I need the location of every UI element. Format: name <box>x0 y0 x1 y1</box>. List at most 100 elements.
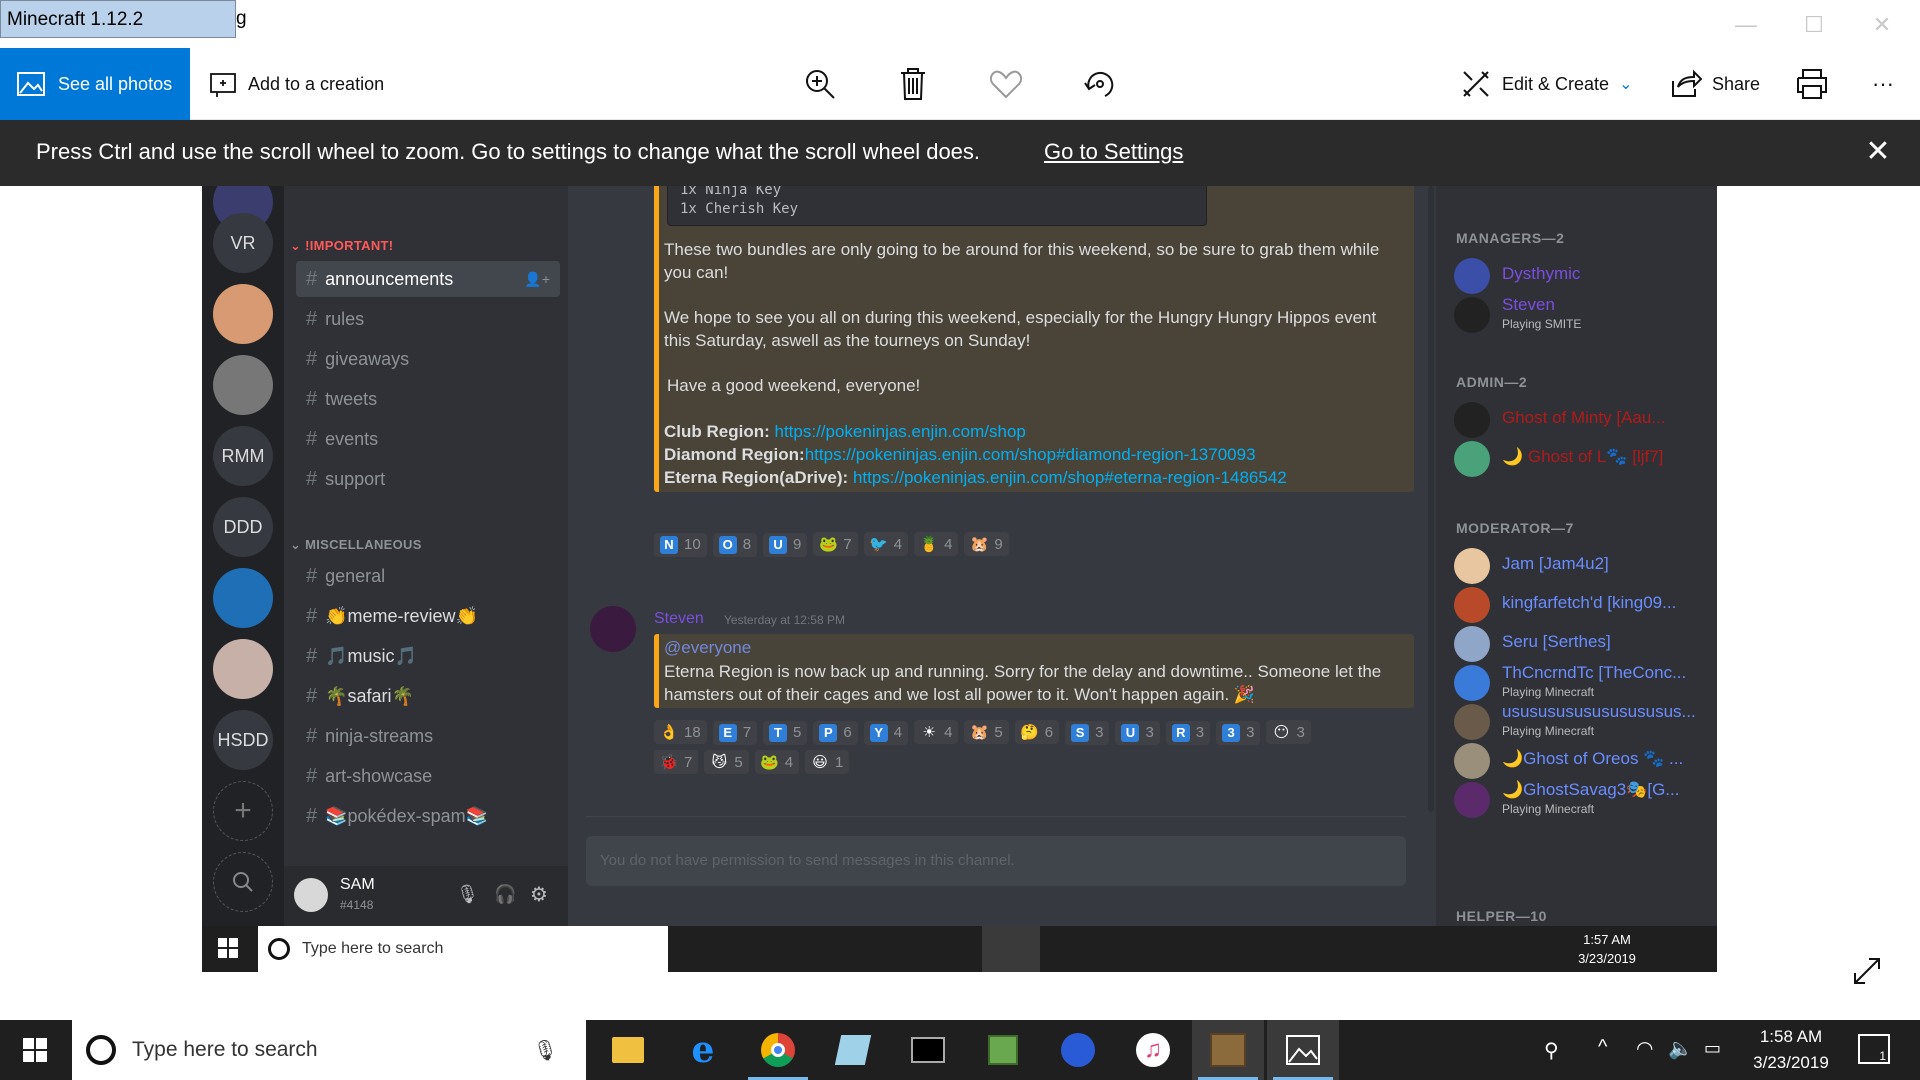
share-button[interactable]: Share <box>1670 48 1760 120</box>
reaction-chip[interactable]: 😼 5 <box>704 750 749 774</box>
server-avatar[interactable] <box>213 355 273 415</box>
reaction-chip[interactable]: U9 <box>763 532 808 557</box>
close-notification-button[interactable]: ✕ <box>1860 134 1896 169</box>
reaction-chip[interactable]: 😶 3 <box>1266 720 1311 744</box>
file-explorer-icon[interactable] <box>592 1020 664 1080</box>
category-important[interactable]: ⌄ !IMPORTANT! <box>290 238 393 254</box>
channel-announcements[interactable]: # announcements 👤+ <box>296 261 560 297</box>
member-item[interactable]: 🌙 Ghost of L🐾 [ljf7] <box>1454 437 1704 481</box>
taskbar-search-box[interactable]: Type here to search 🎙 <box>72 1020 586 1080</box>
rotate-button[interactable] <box>1080 64 1120 104</box>
minimize-button[interactable]: — <box>1726 10 1766 40</box>
taskbar-clock[interactable]: 1:58 AM 3/23/2019 <box>1736 1024 1846 1076</box>
reaction-chip[interactable]: R3 <box>1165 720 1211 745</box>
reaction-chip[interactable]: T5 <box>763 720 808 745</box>
minecraft-launcher-icon[interactable] <box>967 1020 1039 1080</box>
channel-safari[interactable]: # 🌴safari🌴 <box>296 678 560 714</box>
channel-music[interactable]: # 🎵music🎵 <box>296 638 560 674</box>
edit-create-button[interactable]: Edit & Create ⌄ <box>1460 48 1632 120</box>
zoom-in-button[interactable] <box>800 64 840 104</box>
reaction-chip[interactable]: Y4 <box>863 720 909 745</box>
minecraft-icon[interactable] <box>1192 1020 1264 1080</box>
server-vr[interactable]: VR <box>213 213 273 273</box>
mention-everyone[interactable]: @everyone <box>664 636 751 659</box>
see-all-photos-button[interactable]: See all photos <box>0 48 190 120</box>
terminal-icon[interactable] <box>892 1020 964 1080</box>
people-icon[interactable]: ⚲ <box>1544 1038 1559 1063</box>
reaction-chip[interactable]: 👌 18 <box>654 720 707 744</box>
server-avatar[interactable] <box>213 284 273 344</box>
member-item[interactable]: Steven Playing SMITE <box>1454 293 1704 337</box>
microphone-icon[interactable]: 🎙 <box>533 1038 558 1063</box>
member-item[interactable]: 🌙Ghost of Oreos 🐾 ... <box>1454 739 1704 783</box>
chat-scrollbar[interactable] <box>1428 186 1434 812</box>
channel-rules[interactable]: # rules <box>296 301 560 337</box>
reaction-chip[interactable]: 🐸 4 <box>754 750 800 774</box>
reaction-chip[interactable]: N 10 <box>654 532 707 557</box>
add-to-creation-button[interactable]: Add to a creation <box>208 48 384 120</box>
diamond-region-link[interactable]: https://pokeninjas.enjin.com/shop#diamon… <box>805 445 1256 464</box>
battery-icon[interactable]: ▭ <box>1704 1038 1721 1059</box>
channel-events[interactable]: # events <box>296 421 560 457</box>
channel-pokedex-spam[interactable]: # 📚pokédex-spam📚 <box>296 798 560 834</box>
reaction-chip[interactable]: U3 <box>1115 720 1160 745</box>
member-item[interactable]: ThCncrndTc [TheConc... Playing Minecraft <box>1454 661 1704 705</box>
avatar[interactable] <box>590 606 636 652</box>
channel-art-showcase[interactable]: # art-showcase <box>296 758 560 794</box>
gear-icon[interactable]: ⚙ <box>530 882 548 907</box>
add-server-button[interactable]: + <box>213 781 273 841</box>
reaction-chip[interactable]: O8 <box>712 532 758 557</box>
wifi-icon[interactable]: ◠ <box>1636 1036 1653 1061</box>
favorite-button[interactable] <box>986 64 1026 104</box>
itunes-icon[interactable]: ♫ <box>1117 1020 1189 1080</box>
chevron-up-icon[interactable]: ^ <box>1598 1036 1607 1059</box>
start-button[interactable] <box>0 1020 70 1080</box>
reaction-chip[interactable]: 🤔 6 <box>1014 720 1060 744</box>
member-item[interactable]: kingfarfetch'd [king09... <box>1454 583 1704 627</box>
paint-3d-icon[interactable] <box>817 1020 889 1080</box>
server-ddd[interactable]: DDD <box>213 497 273 557</box>
channel-support[interactable]: # support <box>296 461 560 497</box>
server-hsdd[interactable]: HSDD <box>213 710 273 770</box>
headphones-icon[interactable]: 🎧 <box>494 884 516 905</box>
print-button[interactable] <box>1792 64 1832 104</box>
reaction-chip[interactable]: P6 <box>813 720 858 745</box>
reaction-chip[interactable]: S3 <box>1065 720 1110 745</box>
photos-app-icon[interactable] <box>1267 1020 1339 1080</box>
reaction-chip[interactable]: 😃 1 <box>805 750 850 774</box>
eterna-region-link[interactable]: https://pokeninjas.enjin.com/shop#eterna… <box>853 468 1287 487</box>
member-item[interactable]: Dysthymic <box>1454 254 1704 298</box>
avatar[interactable] <box>294 878 328 912</box>
volume-icon[interactable]: 🔈 <box>1668 1036 1693 1061</box>
reaction-chip[interactable]: E7 <box>712 720 758 745</box>
server-rmm[interactable]: RMM <box>213 426 273 486</box>
close-window-button[interactable]: ✕ <box>1862 10 1902 40</box>
member-item[interactable]: usususususususususus... Playing Minecraft <box>1454 700 1704 744</box>
club-region-link[interactable]: https://pokeninjas.enjin.com/shop <box>775 422 1026 441</box>
message-author[interactable]: Steven <box>654 610 704 628</box>
reaction-chip[interactable]: 33 <box>1216 720 1261 745</box>
more-button[interactable]: ··· <box>1872 48 1894 120</box>
reaction-chip[interactable]: 🐸 7 <box>813 532 858 556</box>
maximize-button[interactable]: ☐ <box>1794 10 1834 40</box>
microphone-icon[interactable]: 🎙 <box>456 884 479 905</box>
edge-icon[interactable]: e <box>667 1020 739 1080</box>
reaction-chip[interactable]: 🐞 7 <box>654 750 699 774</box>
steam-icon[interactable] <box>1042 1020 1114 1080</box>
channel-meme-review[interactable]: # 👏meme-review👏 <box>296 598 560 634</box>
reaction-chip[interactable]: 🐦 4 <box>863 532 909 556</box>
message-input[interactable]: You do not have permission to send messa… <box>586 836 1406 886</box>
member-item[interactable]: 🌙GhostSavag3🎭[G... Playing Minecraft <box>1454 778 1704 822</box>
server-pokeninjas[interactable] <box>213 568 273 628</box>
expand-icon[interactable] <box>1852 956 1882 986</box>
reaction-chip[interactable]: 🍍 4 <box>914 532 959 556</box>
channel-tweets[interactable]: # tweets <box>296 381 560 417</box>
channel-ninja-streams[interactable]: # ninja-streams <box>296 718 560 754</box>
category-miscellaneous[interactable]: ⌄ MISCELLANEOUS <box>290 537 422 553</box>
reaction-chip[interactable]: 🐹 5 <box>964 720 1009 744</box>
delete-button[interactable] <box>893 64 933 104</box>
channel-general[interactable]: # general <box>296 558 560 594</box>
reaction-chip[interactable]: 🐹 9 <box>964 532 1009 556</box>
reaction-chip[interactable]: ☀ 4 <box>914 720 959 744</box>
action-center-icon[interactable]: 1 <box>1858 1034 1890 1064</box>
